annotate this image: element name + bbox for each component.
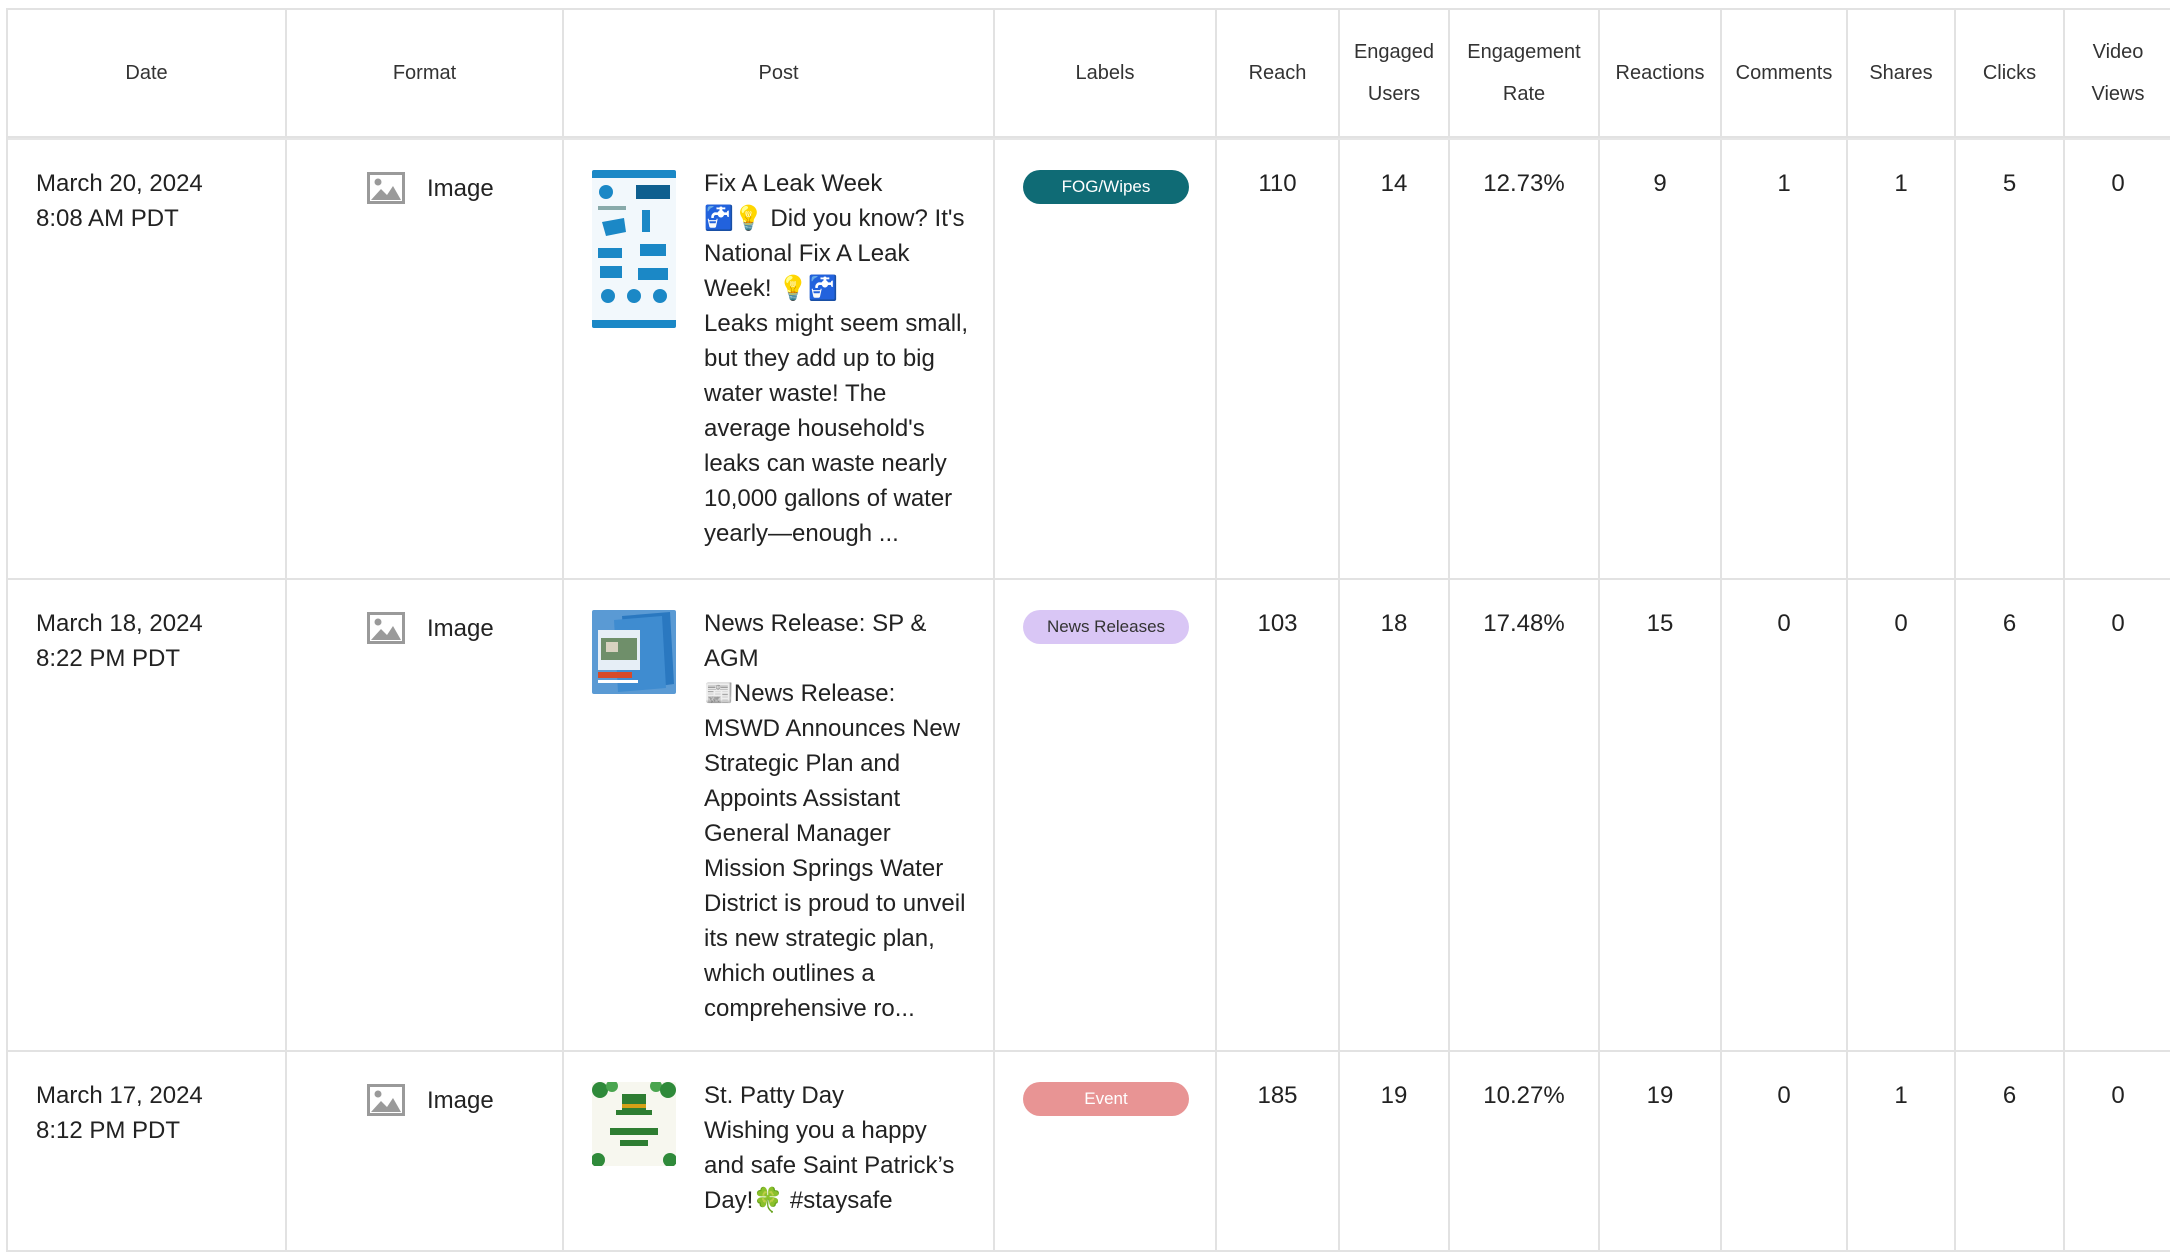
engaged-users-cell: 19 xyxy=(1340,1052,1450,1252)
date-cell: March 18, 2024 8:22 PM PDT xyxy=(8,580,287,1052)
post-date: March 18, 2024 xyxy=(36,610,203,637)
reach-cell: 110 xyxy=(1217,140,1340,580)
comments-cell: 0 xyxy=(1722,1052,1848,1252)
date-cell: March 20, 2024 8:08 AM PDT xyxy=(8,140,287,580)
post-date: March 20, 2024 xyxy=(36,170,203,197)
column-header-labels[interactable]: Labels xyxy=(995,10,1217,138)
labels-cell: Event xyxy=(995,1052,1217,1252)
post-time: 8:12 PM PDT xyxy=(36,1117,181,1144)
table-row[interactable]: March 20, 2024 8:08 AM PDT Image Fix A L… xyxy=(8,140,2170,580)
clicks-cell: 6 xyxy=(1956,580,2065,1052)
post-thumbnail[interactable] xyxy=(592,170,676,328)
engagement-rate-cell: 12.73% xyxy=(1450,140,1600,580)
column-header-format[interactable]: Format xyxy=(287,10,564,138)
post-time: 8:08 AM PDT xyxy=(36,205,179,232)
engaged-users-cell: 14 xyxy=(1340,140,1450,580)
shares-cell: 1 xyxy=(1848,1052,1956,1252)
comments-cell: 0 xyxy=(1722,580,1848,1052)
post-cell[interactable]: News Release: SP & AGM 📰News Release: MS… xyxy=(564,580,995,1052)
post-performance-table: Date Format Post Labels Reach Engaged Us… xyxy=(6,8,2170,1252)
column-header-engaged-users[interactable]: Engaged Users xyxy=(1340,10,1450,138)
column-header-engagement-rate[interactable]: Engagement Rate xyxy=(1450,10,1600,138)
shares-cell: 0 xyxy=(1848,580,1956,1052)
post-date: March 17, 2024 xyxy=(36,1082,203,1109)
reactions-cell: 15 xyxy=(1600,580,1722,1052)
post-thumbnail[interactable] xyxy=(592,610,676,694)
format-cell: Image xyxy=(287,1052,564,1252)
column-header-reach[interactable]: Reach xyxy=(1217,10,1340,138)
post-cell[interactable]: Fix A Leak Week 🚰💡 Did you know? It's Na… xyxy=(564,140,995,580)
column-header-shares[interactable]: Shares xyxy=(1848,10,1956,138)
reactions-cell: 9 xyxy=(1600,140,1722,580)
post-thumbnail[interactable] xyxy=(592,1082,676,1166)
table-row[interactable]: March 17, 2024 8:12 PM PDT Image St. Pat… xyxy=(8,1052,2170,1252)
engaged-users-cell: 18 xyxy=(1340,580,1450,1052)
column-header-date[interactable]: Date xyxy=(8,10,287,138)
video-views-cell: 0 xyxy=(2065,580,2170,1052)
column-header-post[interactable]: Post xyxy=(564,10,995,138)
format-label: Image xyxy=(427,615,494,642)
clicks-cell: 6 xyxy=(1956,1052,2065,1252)
column-header-video-views[interactable]: Video Views xyxy=(2065,10,2170,138)
post-text: St. Patty Day Wishing you a happy and sa… xyxy=(704,1082,955,1214)
format-cell: Image xyxy=(287,580,564,1052)
column-header-comments[interactable]: Comments xyxy=(1722,10,1848,138)
post-text: News Release: SP & AGM 📰News Release: MS… xyxy=(704,610,966,1022)
reach-cell: 185 xyxy=(1217,1052,1340,1252)
post-time: 8:22 PM PDT xyxy=(36,645,181,672)
column-header-reactions[interactable]: Reactions xyxy=(1600,10,1722,138)
labels-cell: News Releases xyxy=(995,580,1217,1052)
format-label: Image xyxy=(427,1087,494,1114)
comments-cell: 1 xyxy=(1722,140,1848,580)
shares-cell: 1 xyxy=(1848,140,1956,580)
table-header-row: Date Format Post Labels Reach Engaged Us… xyxy=(8,10,2170,140)
reach-cell: 103 xyxy=(1217,580,1340,1052)
label-badge[interactable]: FOG/Wipes xyxy=(1023,170,1189,204)
reactions-cell: 19 xyxy=(1600,1052,1722,1252)
column-header-clicks[interactable]: Clicks xyxy=(1956,10,2065,138)
post-text: Fix A Leak Week 🚰💡 Did you know? It's Na… xyxy=(704,170,969,547)
label-badge[interactable]: Event xyxy=(1023,1082,1189,1116)
video-views-cell: 0 xyxy=(2065,1052,2170,1252)
clicks-cell: 5 xyxy=(1956,140,2065,580)
image-icon xyxy=(367,172,405,204)
format-cell: Image xyxy=(287,140,564,580)
date-cell: March 17, 2024 8:12 PM PDT xyxy=(8,1052,287,1252)
format-label: Image xyxy=(427,175,494,202)
label-badge[interactable]: News Releases xyxy=(1023,610,1189,644)
table-row[interactable]: March 18, 2024 8:22 PM PDT Image News Re… xyxy=(8,580,2170,1052)
image-icon xyxy=(367,612,405,644)
engagement-rate-cell: 10.27% xyxy=(1450,1052,1600,1252)
post-cell[interactable]: St. Patty Day Wishing you a happy and sa… xyxy=(564,1052,995,1252)
video-views-cell: 0 xyxy=(2065,140,2170,580)
engagement-rate-cell: 17.48% xyxy=(1450,580,1600,1052)
labels-cell: FOG/Wipes xyxy=(995,140,1217,580)
image-icon xyxy=(367,1084,405,1116)
